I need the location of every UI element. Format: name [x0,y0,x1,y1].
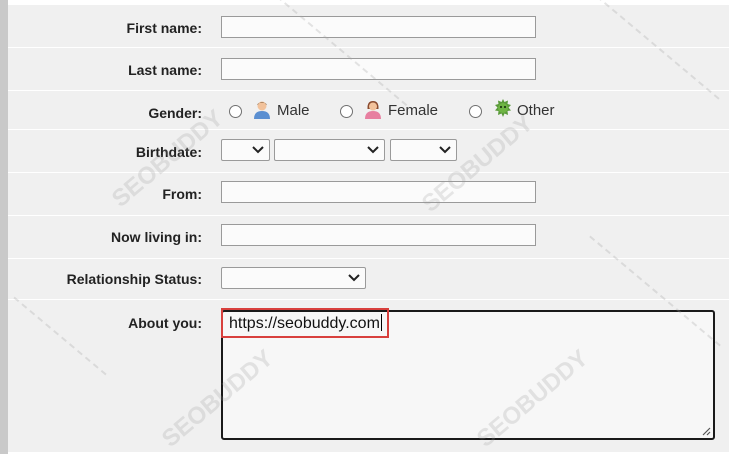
birthdate-row: Birthdate: [8,130,729,173]
now-living-in-label: Now living in: [111,229,202,245]
gender-male-radio[interactable] [229,105,242,118]
gender-female-label: Female [388,102,439,119]
relationship-status-label: Relationship Status: [66,271,202,287]
relationship-status-select[interactable] [221,267,366,289]
male-user-icon [254,101,270,119]
chevron-down-icon [252,146,264,154]
alien-icon [495,99,511,117]
gender-other-radio[interactable] [469,105,482,118]
chevron-down-icon [439,146,451,154]
gender-label: Gender: [148,105,202,121]
about-you-label: About you: [128,315,202,331]
first-name-row: First name: [8,5,729,48]
from-label: From: [162,186,202,202]
birthdate-year-select[interactable] [390,139,457,161]
gender-row: Gender: Male Female Other [8,91,729,130]
gender-female-radio[interactable] [340,105,353,118]
profile-form: First name: Last name: Gender: Male Fema… [8,5,729,452]
last-name-row: Last name: [8,48,729,91]
highlight-box [221,308,389,338]
birthdate-month-select[interactable] [274,139,385,161]
last-name-label: Last name: [128,62,202,78]
from-input[interactable] [221,181,536,203]
left-border [0,0,8,454]
chevron-down-icon [367,146,379,154]
relationship-status-row: Relationship Status: [8,259,729,300]
birthdate-label: Birthdate: [135,144,202,160]
gender-other-label: Other [517,102,555,119]
chevron-down-icon [348,274,360,282]
birthdate-day-select[interactable] [221,139,270,161]
resize-handle-icon[interactable] [701,426,711,436]
gender-male-label: Male [277,102,310,119]
now-living-in-input[interactable] [221,224,536,246]
from-row: From: [8,173,729,216]
now-living-in-row: Now living in: [8,216,729,259]
female-user-icon [365,101,381,119]
first-name-label: First name: [126,20,202,36]
last-name-input[interactable] [221,58,536,80]
first-name-input[interactable] [221,16,536,38]
